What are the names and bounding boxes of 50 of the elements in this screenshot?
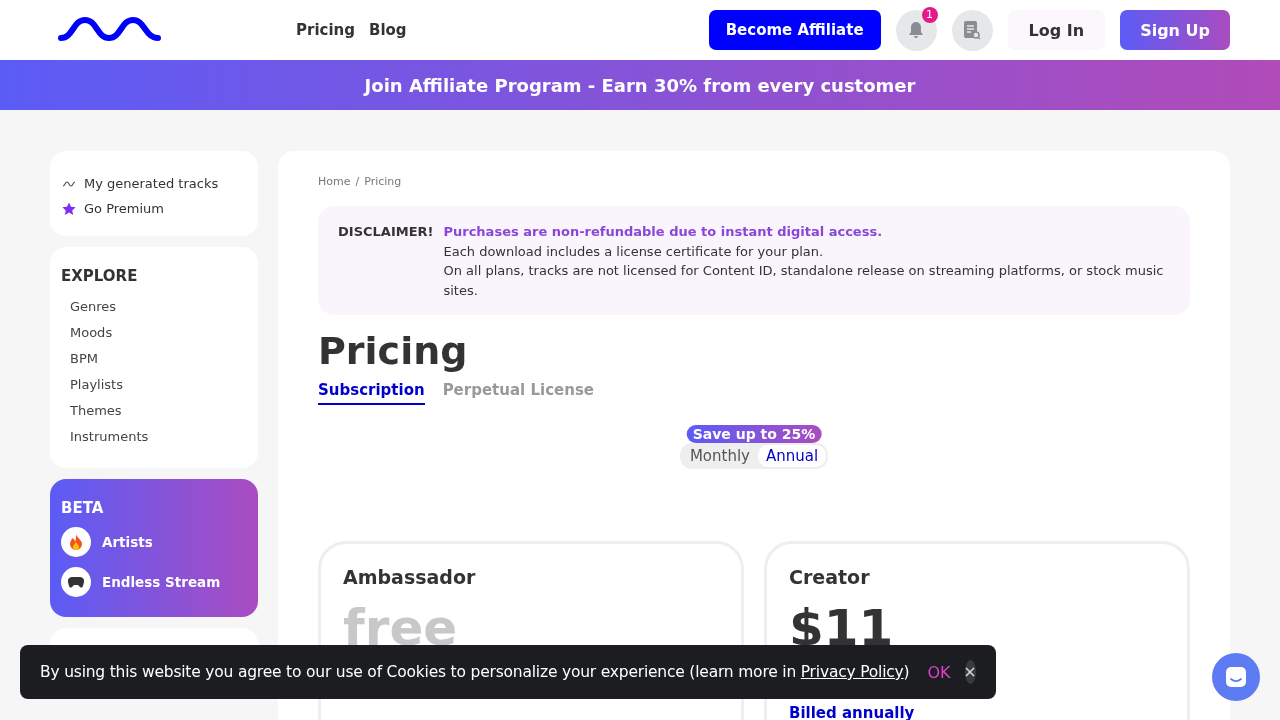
- billing-option[interactable]: Annual: [757, 445, 827, 467]
- plan-name: Ambassador: [343, 566, 477, 588]
- star-icon: [62, 201, 76, 216]
- sidebar-item[interactable]: Artists: [61, 527, 247, 557]
- section-title: EXPLORE: [61, 267, 139, 285]
- sidebar-item[interactable]: Endless Stream: [61, 567, 247, 597]
- sidebar-item[interactable]: My generated tracks: [62, 176, 246, 191]
- wave-icon: [62, 179, 76, 188]
- chat-button[interactable]: [1212, 653, 1260, 701]
- sign-up-button[interactable]: Sign Up: [1120, 10, 1230, 50]
- cookie-text: By using this website you agree to our use of Cookies to personalize your experience (learn more in Privacy Policy): [40, 663, 910, 681]
- sidebar-item[interactable]: Go Premium: [62, 201, 246, 216]
- sidebar-link[interactable]: Instruments: [61, 424, 247, 450]
- disclaimer-label: DISCLAIMER!: [338, 223, 434, 241]
- page-title: Pricing: [318, 329, 469, 373]
- chat-icon: [1225, 666, 1247, 688]
- disclaimer-text: Each download includes a license certificate for your plan.: [443, 242, 825, 261]
- sidebar-link[interactable]: Moods: [61, 320, 247, 346]
- disclaimer-headline: Purchases are non-refundable due to instant digital access.: [443, 223, 884, 241]
- sidebar-link[interactable]: Playlists: [61, 372, 247, 398]
- gamepad-icon: [68, 576, 84, 588]
- close-button[interactable]: [964, 660, 976, 684]
- section-title: BETA: [61, 499, 105, 517]
- privacy-policy-link[interactable]: Privacy Policy: [800, 663, 904, 681]
- breadcrumb-separator: /: [355, 175, 360, 188]
- sidebar-link[interactable]: BPM: [61, 346, 247, 372]
- become-affiliate-button[interactable]: Become Affiliate: [708, 10, 881, 50]
- disclaimer-text: On all plans, tracks are not licensed for Content ID, standalone release on streaming platforms, or stock music sites.: [443, 262, 1165, 300]
- wave-logo[interactable]: [58, 16, 162, 44]
- discount-badge: Save up to 25%: [686, 425, 822, 443]
- bell-icon: [908, 21, 925, 39]
- log-in-button[interactable]: Log In: [1007, 10, 1106, 50]
- plan-price: $11: [789, 600, 895, 656]
- document-search-icon: [963, 20, 982, 40]
- breadcrumb-link[interactable]: Pricing: [364, 175, 402, 188]
- sidebar-link[interactable]: Themes: [61, 398, 247, 424]
- billing-option[interactable]: Monthly: [681, 445, 758, 467]
- breadcrumb-link[interactable]: Home: [318, 175, 351, 188]
- document-search-button[interactable]: [951, 9, 993, 51]
- notification-count: 1: [921, 6, 938, 23]
- close-icon: [965, 667, 976, 677]
- nav-link[interactable]: Blog: [369, 21, 407, 39]
- sidebar-link[interactable]: Genres: [61, 294, 247, 320]
- nav-link[interactable]: Pricing: [296, 21, 355, 39]
- tab[interactable]: Subscription: [318, 381, 425, 405]
- flame-icon: [69, 534, 83, 550]
- plan-name: Creator: [789, 566, 871, 588]
- affiliate-banner[interactable]: Join Affiliate Program - Earn 30% from every customer: [0, 60, 1280, 110]
- notifications-button[interactable]: 1: [895, 9, 937, 51]
- ok-button[interactable]: OK: [923, 662, 955, 682]
